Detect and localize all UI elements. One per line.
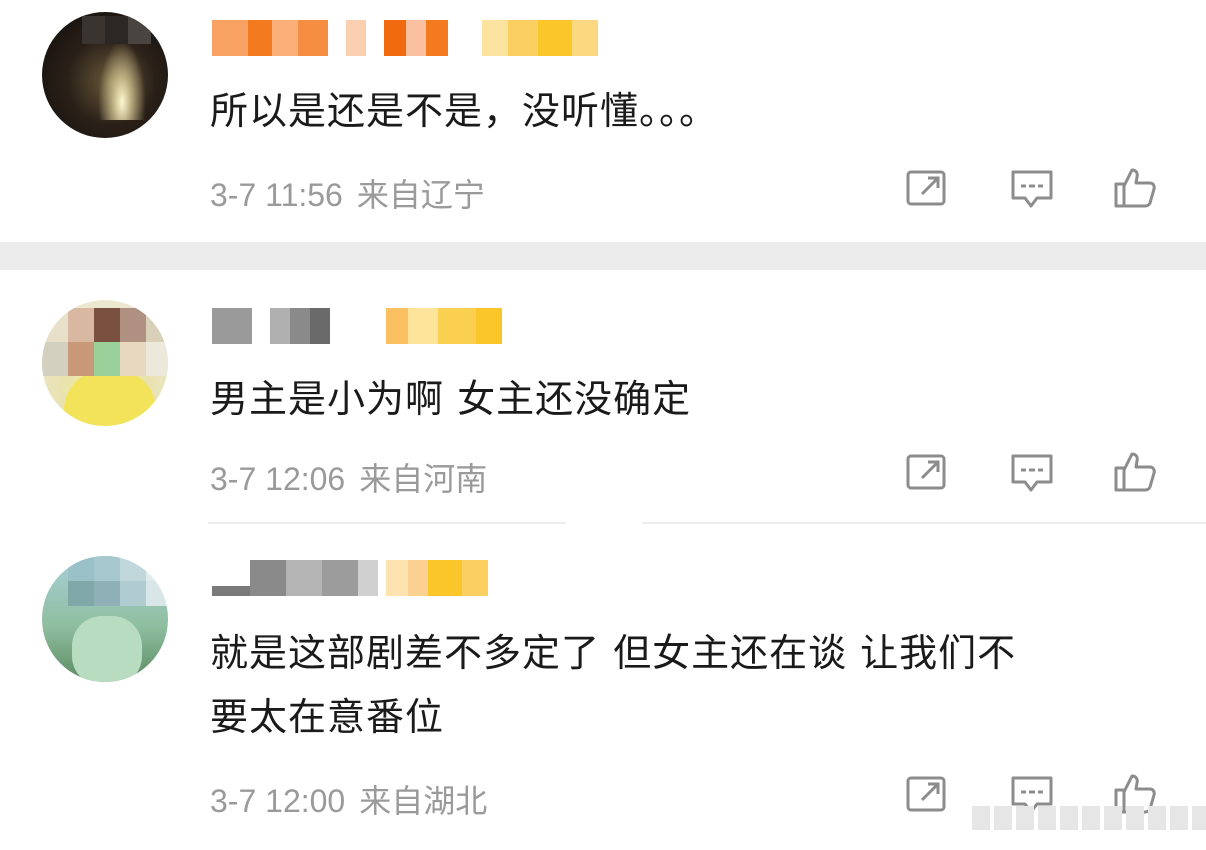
comment-item[interactable]: 所以是还是不是，没听懂。。。 3-7 11:56 来自辽宁 [0,0,1206,240]
section-divider [0,242,1206,270]
thumbs-up-icon[interactable] [1112,164,1158,210]
repost-icon[interactable] [904,450,950,496]
member-badge[interactable] [482,20,598,56]
member-badge[interactable] [386,308,502,344]
avatar-mosaic [68,556,168,606]
nickname-mosaic[interactable] [212,20,448,56]
repost-icon[interactable] [904,772,950,818]
nickname-mosaic[interactable] [212,560,378,596]
comment-text: 男主是小为啊 女主还没确定 [210,377,692,421]
avatar-mosaic [82,16,168,44]
comment-divider [642,522,1206,524]
repost-icon[interactable] [904,166,950,212]
comment-location: 来自河南 [359,461,488,497]
avatar[interactable] [42,12,168,138]
comment-meta: 3-7 12:06 来自河南 [210,454,487,500]
comment-divider [208,522,566,524]
avatar[interactable] [42,300,168,426]
comment-location: 来自湖北 [359,783,488,819]
comment-location: 来自辽宁 [356,177,485,213]
comment-time: 3-7 12:06 [210,461,346,497]
comment-icon[interactable] [1009,166,1055,212]
comment-text: 要太在意番位 [210,695,445,739]
avatar[interactable] [42,556,168,682]
watermark-mosaic [972,806,1206,830]
member-badge[interactable] [386,560,488,596]
comment-item[interactable]: 就是这部剧差不多定了 但女主还在谈 让我们不 要太在意番位 3-7 12:00 来… [0,526,1206,850]
comment-text: 所以是还是不是，没听懂。。。 [210,89,719,133]
avatar-mosaic [42,308,168,376]
comment-time: 3-7 12:00 [210,783,346,819]
comment-time: 3-7 11:56 [210,177,343,213]
comment-icon[interactable] [1009,450,1055,496]
comment-meta: 3-7 11:56 来自辽宁 [210,170,485,216]
comment-meta: 3-7 12:00 来自湖北 [210,776,487,822]
avatar-image [72,616,142,682]
thumbs-up-icon[interactable] [1112,448,1158,494]
comment-item[interactable]: 男主是小为啊 女主还没确定 3-7 12:06 来自河南 [0,270,1206,525]
avatar-image [64,370,156,426]
nickname-mosaic[interactable] [212,308,330,344]
